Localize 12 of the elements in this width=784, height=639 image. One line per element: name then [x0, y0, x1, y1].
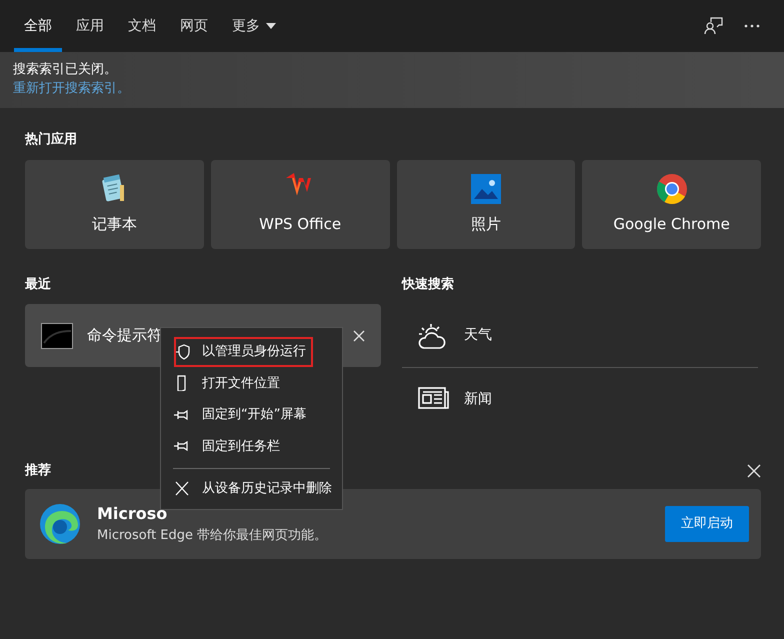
recommendation-description: Microsoft Edge 带给你最佳网页功能。 [97, 526, 328, 545]
recent-item-name: 命令提示符 [87, 325, 163, 346]
section-heading: 最近 [25, 276, 52, 294]
app-name: WPS Office [259, 214, 342, 235]
section-heading: 推荐 [25, 462, 51, 480]
app-name: 照片 [470, 214, 501, 235]
recommendation-title: Microso [97, 502, 168, 525]
notice-text: 搜索索引已关闭。 [13, 61, 118, 79]
section-heading: 快速搜索 [402, 276, 455, 294]
app-name: 记事本 [92, 214, 137, 235]
app-name: Google Chrome [613, 214, 730, 235]
section-heading: 热门应用 [25, 130, 78, 149]
